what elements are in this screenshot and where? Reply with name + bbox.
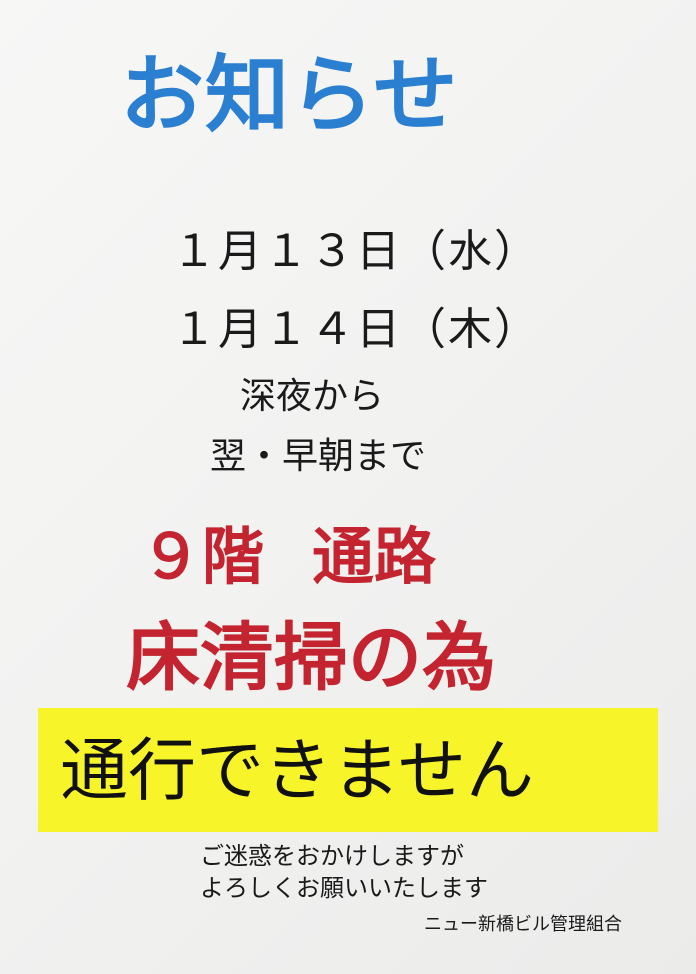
date-line-2: １月１４日（木）	[172, 304, 540, 355]
date-line-1: １月１３日（水）	[172, 226, 540, 277]
organization-name: ニュー新橋ビル管理組合	[424, 914, 622, 935]
location-floor: ９階	[140, 520, 265, 593]
location-area: 通路	[312, 520, 437, 593]
apology-line-2: よろしくお願いいたします	[200, 874, 488, 902]
time-until: 翌・早朝まで	[210, 436, 427, 477]
apology-line-1: ご迷惑をおかけしますが	[200, 842, 464, 870]
notice-paper: お知らせ １月１３日（水） １月１４日（木） 深夜から 翌・早朝まで ９階 通路 …	[0, 0, 696, 974]
time-from: 深夜から	[240, 376, 385, 417]
no-passage-message: 通行できません	[60, 732, 534, 811]
notice-title: お知らせ	[120, 46, 459, 144]
purpose-line: 床清掃の為	[126, 615, 496, 701]
location-line: ９階 通路	[140, 518, 436, 596]
